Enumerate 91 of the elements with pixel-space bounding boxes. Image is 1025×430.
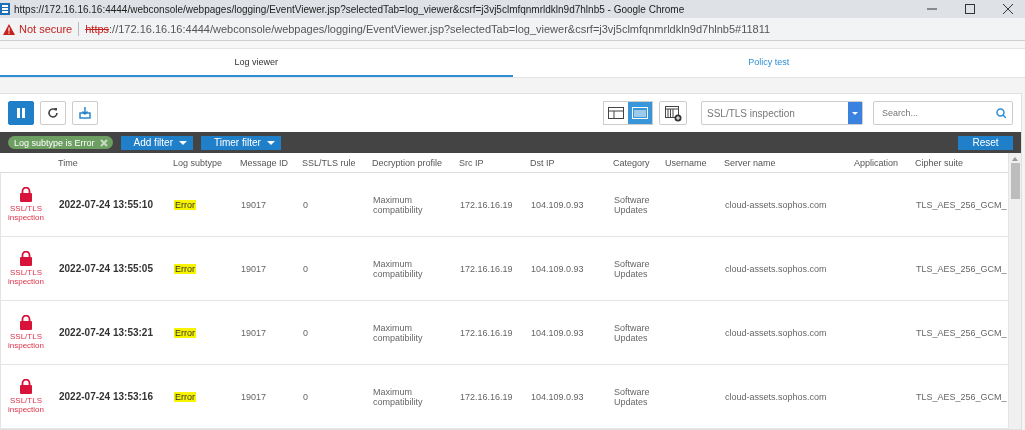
table-cell-text: 19017 [240,391,268,402]
security-label[interactable]: Not secure [19,23,73,35]
table-cell-text: Maximum compatibility [372,258,424,279]
scrollbar-thumb[interactable] [1010,163,1020,199]
warning-icon [3,23,15,35]
table-cell-text: 104.109.0.93 [530,199,585,210]
caret-icon [851,110,859,116]
app-icon [0,3,10,15]
table-cell-text: 104.109.0.93 [530,391,585,402]
column-header[interactable]: Username [657,157,716,168]
layout-icon [607,105,625,121]
table-cell-text: Maximum compatibility [372,322,424,343]
add-column-button[interactable] [659,101,687,125]
table-cell-text: 19017 [240,327,268,338]
table-cell-text: TLS_AES_256_GCM_ [915,327,1005,338]
subtype-badge: Error [174,199,196,210]
table-cell-text: 172.16.16.19 [459,327,514,338]
reset-button[interactable]: Reset [958,135,1013,150]
table-cell-text: 2022-07-24 13:53:16 [58,391,154,402]
table-cell-text: Maximum compatibility [372,386,424,407]
add-column-icon [664,104,682,122]
column-header[interactable]: Decryption profile [364,157,451,168]
search-icon [996,108,1006,118]
table-cell-text: Software Updates [613,386,651,407]
caret-icon [179,140,187,145]
close-icon [1003,4,1013,14]
table-cell-text: 0 [302,391,309,402]
table-cell-text: Software Updates [613,194,651,215]
view-toggle[interactable] [628,102,652,124]
column-header[interactable]: Category [605,157,657,168]
column-header[interactable]: Cipher suite [907,157,1004,168]
tab[interactable]: Log viewer [0,49,513,77]
table-cell-text: 0 [302,199,309,210]
remove-icon [99,138,108,147]
subtype-badge: Error [174,391,196,402]
export-icon [77,105,93,121]
filter-button[interactable]: Timer filter [201,135,281,150]
column-header[interactable]: Time [50,157,165,168]
columns-icon [631,105,649,121]
export-button[interactable] [72,101,98,125]
table-cell-text: TLS_AES_256_GCM_ [915,391,1005,402]
url-text[interactable]: https://172.16.16.16:4444/webconsole/webpages/logging/EventViewer.jsp?selectedTab=log_viewer&csrf=j3vj5clmfqnmrldkln9d7hlnb5#11811 [85,23,771,35]
table-cell-text: cloud-assets.sophos.com [724,391,828,402]
column-header[interactable]: Application [846,157,907,168]
tab[interactable]: Policy test [512,49,1025,77]
window-title: https://172.16.16.16:4444/webconsole/webpages/logging/EventViewer.jsp?selectedTab=log_viewer&csrf=j3vj5clmfqnmrldkln9d7hlnb5 - Google Chrome [14,3,686,15]
lock-icon [20,379,32,394]
column-header[interactable]: Log subtype [165,157,232,168]
column-header[interactable]: Server name [716,157,846,168]
filter-button[interactable]: Add filter [120,135,193,150]
table-cell-text: Software Updates [613,258,651,279]
search-field[interactable]: Search... [873,101,1013,125]
table-cell-text: 172.16.16.19 [459,391,514,402]
table-cell-text: TLS_AES_256_GCM_ [915,263,1005,274]
module-label: SSL/TLS inspection [7,204,45,222]
table-cell-text: 2022-07-24 13:55:10 [58,199,154,210]
table-cell-text: 2022-07-24 13:53:21 [58,327,154,338]
maximize-icon [965,4,975,14]
column-header[interactable]: Message ID [232,157,294,168]
table-cell-text: Software Updates [613,322,651,343]
lock-icon [20,251,32,266]
table-cell-text: cloud-assets.sophos.com [724,327,828,338]
table-cell-text: cloud-assets.sophos.com [724,263,828,274]
table-cell-text: 172.16.16.19 [459,263,514,274]
lock-icon [20,315,32,330]
scroll-up-icon [1012,157,1018,161]
table-cell-text: TLS_AES_256_GCM_ [915,199,1005,210]
subtype-badge: Error [174,327,196,338]
table-cell-text: 19017 [240,199,268,210]
module-label: SSL/TLS inspection [7,396,45,414]
lock-icon [20,187,32,202]
caret-icon [266,140,275,145]
subtype-badge: Error [174,263,196,274]
column-header[interactable]: Src IP [451,157,522,168]
module-label: SSL/TLS inspection [7,268,45,286]
table-cell-text: 0 [302,327,309,338]
table-cell-text: Maximum compatibility [372,194,424,215]
pause-button[interactable] [8,101,34,125]
refresh-icon [45,105,61,121]
refresh-button[interactable] [40,101,66,125]
table-cell-text: 104.109.0.93 [530,263,585,274]
table-cell-text: 2022-07-24 13:55:05 [58,263,154,274]
log-source-dropdown[interactable]: SSL/TLS inspection [701,101,863,125]
table-cell-text: 19017 [240,263,268,274]
column-header[interactable]: SSL/TLS rule [294,157,364,168]
table-cell-text: 0 [302,263,309,274]
table-cell-text: 104.109.0.93 [530,327,585,338]
table-cell-text: cloud-assets.sophos.com [724,199,828,210]
column-header[interactable]: Dst IP [522,157,605,168]
table-cell-text: 172.16.16.19 [459,199,514,210]
module-label: SSL/TLS inspection [7,332,45,350]
